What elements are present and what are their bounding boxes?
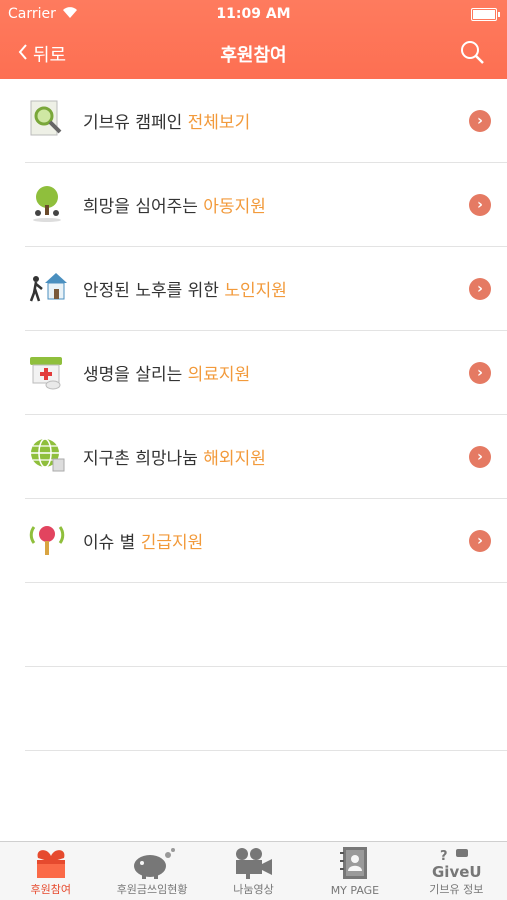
alert-pin-icon	[27, 519, 67, 559]
list-item-elderly-support[interactable]: 안정된 노후를 위한 노인지원 ›	[25, 247, 507, 331]
chevron-right-icon: ›	[469, 446, 491, 468]
search-icon	[461, 41, 484, 64]
medical-kit-icon	[27, 351, 67, 391]
tab-label: 기브유 정보	[429, 883, 484, 896]
list-item-overseas-support[interactable]: 지구촌 희망나눔 해외지원 ›	[25, 415, 507, 499]
chevron-right-icon: ›	[469, 194, 491, 216]
list-item-label: 안정된 노후를 위한 노인지원	[83, 281, 287, 301]
svg-text:?: ?	[440, 849, 448, 864]
tab-donation[interactable]: 후원참여	[0, 842, 101, 900]
empty-row	[25, 583, 507, 667]
list-item-campaign-all[interactable]: 기브유 캠페인 전체보기 ›	[25, 79, 507, 163]
category-list: 기브유 캠페인 전체보기 › 희망을 심어주는 아동지원 › 안정된 노후를 위…	[0, 79, 507, 834]
tree-children-icon	[27, 183, 67, 223]
chevron-right-icon: ›	[469, 110, 491, 132]
svg-text:GiveU: GiveU	[432, 863, 482, 880]
elder-house-icon	[27, 267, 67, 307]
navigation-bar: 뒤로 후원참여	[0, 28, 507, 79]
chevron-right-icon: ›	[469, 530, 491, 552]
list-item-label: 기브유 캠페인 전체보기	[83, 113, 251, 133]
heart-box-icon	[32, 846, 70, 884]
empty-row	[25, 667, 507, 751]
tab-my-page[interactable]: MY PAGE	[304, 842, 405, 900]
tab-label: 후원금쓰임현황	[116, 883, 188, 896]
battery-icon	[471, 8, 500, 21]
tab-label: MY PAGE	[330, 884, 380, 897]
list-item-label: 희망을 심어주는 아동지원	[83, 197, 266, 217]
tab-bar: 후원참여 후원금쓰임현황 나눔영상 MY PAGE ? GiveU 기브유 정보	[0, 841, 507, 900]
list-item-label: 생명을 살리는 의료지원	[83, 365, 251, 385]
giveu-info-icon: ? GiveU	[430, 846, 482, 884]
globe-icon	[27, 435, 67, 475]
chevron-right-icon: ›	[469, 278, 491, 300]
tab-fund-usage[interactable]: 후원금쓰임현황	[101, 842, 202, 900]
tab-giveu-info[interactable]: ? GiveU 기브유 정보	[406, 842, 507, 900]
clock: 11:09 AM	[216, 6, 291, 22]
video-camera-icon	[232, 846, 276, 884]
list-item-child-support[interactable]: 희망을 심어주는 아동지원 ›	[25, 163, 507, 247]
header-bar: Carrier 11:09 AM 뒤로 후원참여	[0, 0, 507, 79]
magnifier-document-icon	[27, 99, 67, 139]
search-button[interactable]	[459, 39, 485, 65]
list-item-label: 지구촌 희망나눔 해외지원	[83, 449, 266, 469]
list-item-label: 이슈 별 긴급지원	[83, 533, 204, 553]
list-item-medical-support[interactable]: 생명을 살리는 의료지원 ›	[25, 331, 507, 415]
address-book-icon	[338, 846, 372, 884]
empty-row	[25, 751, 507, 834]
list-item-emergency-support[interactable]: 이슈 별 긴급지원 ›	[25, 499, 507, 583]
tab-label: 나눔영상	[233, 883, 274, 896]
piggy-bank-icon	[128, 846, 176, 884]
tab-sharing-video[interactable]: 나눔영상	[203, 842, 304, 900]
page-title: 후원참여	[220, 45, 287, 66]
chevron-right-icon: ›	[469, 362, 491, 384]
status-bar: Carrier 11:09 AM	[0, 0, 507, 28]
tab-label: 후원참여	[30, 883, 71, 896]
